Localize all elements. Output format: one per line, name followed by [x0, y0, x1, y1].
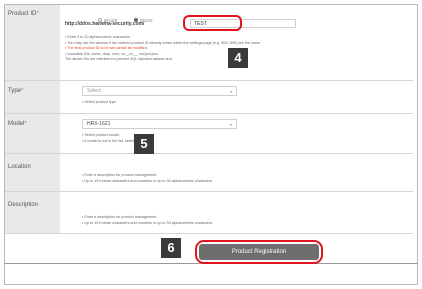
model-select[interactable]: HRX-1621 ▾ — [82, 119, 237, 129]
product-id-input-highlight — [183, 15, 242, 31]
model-row: Model* HRX-1621 ▾ • Select product model… — [5, 114, 413, 154]
chevron-down-icon: ▾ — [229, 89, 232, 94]
ddns-url-prefix: http://ddns.hanwha-security.com/ — [65, 21, 145, 27]
product-id-label: Product ID* — [5, 5, 60, 80]
type-select[interactable]: Select ▾ — [82, 86, 237, 96]
step-badge-6: 6 — [161, 238, 181, 258]
step-badge-4: 4 — [228, 48, 248, 68]
product-registration-button[interactable]: Product Registration — [199, 244, 319, 260]
location-label: Location — [5, 154, 60, 191]
panel-footer — [4, 263, 418, 285]
description-notes: • Enter a description for product manage… — [82, 215, 214, 225]
type-row: Type* Select ▾ • Select product type. — [5, 81, 413, 114]
step-badge-5: 5 — [134, 134, 154, 154]
location-row: Location • Enter a description for produ… — [5, 154, 413, 192]
model-label: Model* — [5, 114, 60, 153]
location-notes: • Enter a description for product manage… — [82, 173, 214, 183]
description-label: Description — [5, 192, 60, 233]
chevron-down-icon: ▾ — [229, 122, 232, 127]
type-label: Type* — [5, 81, 60, 113]
description-row: Description • Enter a description for pr… — [5, 192, 413, 234]
